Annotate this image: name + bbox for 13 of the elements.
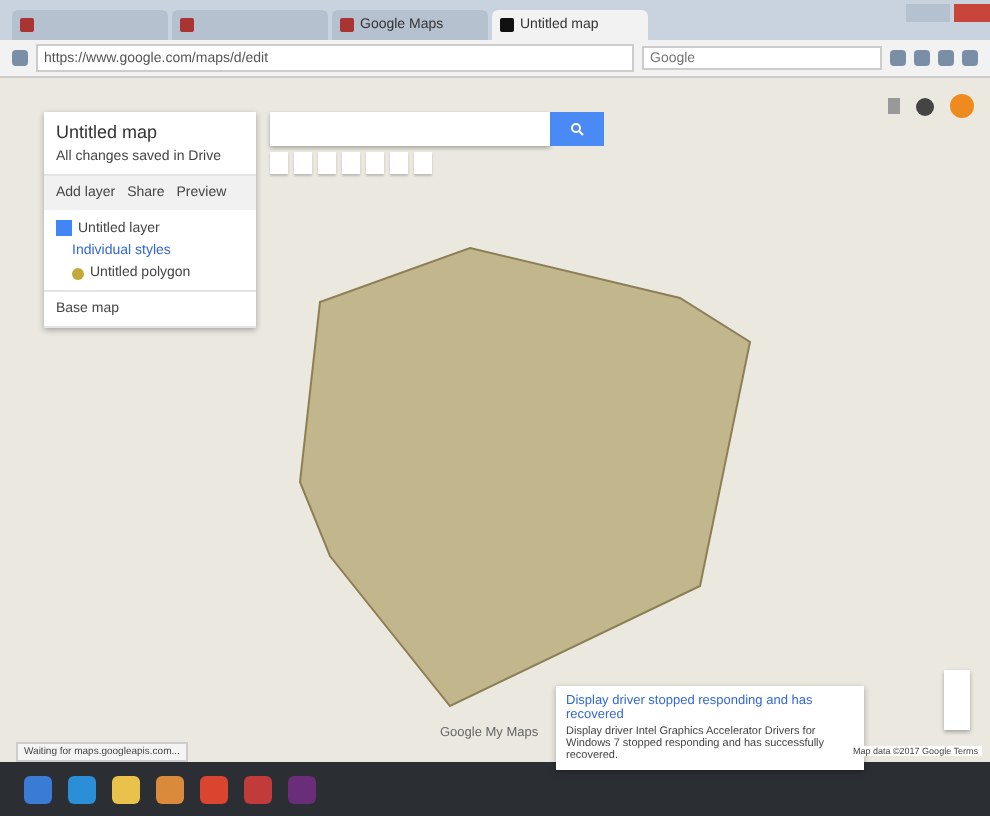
map-title[interactable]: Untitled map [56, 122, 244, 142]
search-button[interactable] [550, 112, 604, 146]
browser-tab[interactable] [172, 10, 328, 40]
polygon-icon [72, 267, 84, 279]
search-icon [570, 122, 584, 136]
map-search-field[interactable] [270, 112, 550, 146]
avatar-icon[interactable] [950, 94, 974, 118]
taskbar-app-icon[interactable] [68, 776, 96, 804]
taskbar-app-icon[interactable] [24, 776, 52, 804]
taskbar-app-icon[interactable] [112, 776, 140, 804]
taskbar-app-icon[interactable] [156, 776, 184, 804]
browser-tab[interactable] [12, 10, 168, 40]
layer-checkbox[interactable] [56, 220, 72, 236]
